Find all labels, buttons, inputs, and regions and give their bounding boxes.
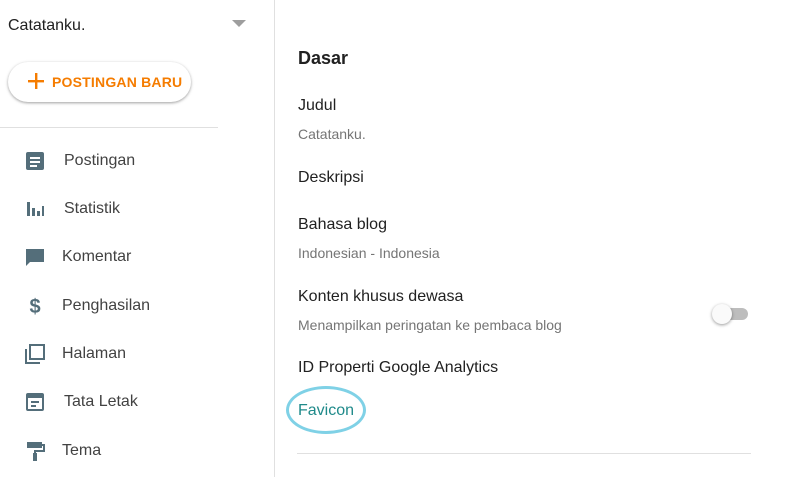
sidebar-item-label: Tata Letak (64, 393, 138, 410)
setting-title-value: Catatanku. (298, 126, 366, 142)
divider (0, 127, 218, 128)
new-post-button[interactable]: POSTINGAN BARU (8, 62, 191, 102)
setting-analytics-id[interactable]: ID Properti Google Analytics (298, 358, 498, 378)
blog-name: Catatanku. (8, 17, 86, 34)
sidebar-item-label: Statistik (64, 200, 121, 217)
toggle-thumb (712, 304, 732, 324)
dollar-icon: $ (29, 296, 40, 317)
highlight-ring (286, 386, 366, 434)
sidebar-item-label: Komentar (62, 248, 132, 265)
sidebar-item-halaman[interactable]: Halaman (0, 333, 260, 373)
setting-adult-content: Konten khusus dewasa (298, 288, 464, 305)
posts-icon (26, 152, 44, 170)
paint-roller-icon (27, 442, 45, 461)
settings-panel: Dasar Judul Catatanku. Deskripsi Bahasa … (275, 0, 812, 477)
comment-icon (26, 249, 44, 266)
sidebar: Catatanku. POSTINGAN BARU Postingan Stat (0, 0, 274, 477)
setting-language[interactable]: Bahasa blog (298, 215, 387, 235)
section-divider (297, 453, 751, 454)
sidebar-item-tata-letak[interactable]: Tata Letak (0, 381, 260, 421)
stats-icon (27, 202, 44, 216)
setting-title[interactable]: Judul (298, 96, 336, 116)
sidebar-item-label: Tema (62, 442, 102, 459)
sidebar-item-label: Postingan (64, 152, 136, 169)
sidebar-item-statistik[interactable]: Statistik (0, 188, 260, 228)
setting-adult-content-desc: Menampilkan peringatan ke pembaca blog (298, 317, 562, 333)
setting-language-value: Indonesian - Indonesia (298, 245, 440, 261)
section-title: Dasar (298, 48, 349, 68)
sidebar-item-postingan[interactable]: Postingan (0, 140, 260, 180)
sidebar-item-komentar[interactable]: Komentar (0, 236, 260, 276)
adult-content-toggle[interactable] (712, 303, 752, 324)
caret-down-icon (232, 20, 246, 27)
svg-text:$: $ (29, 296, 40, 317)
layout-icon (26, 393, 44, 411)
sidebar-item-tema[interactable]: Tema (0, 430, 260, 470)
new-post-label: POSTINGAN BARU (52, 74, 183, 90)
sidebar-item-label: Penghasilan (62, 297, 151, 314)
pages-icon (25, 344, 45, 364)
blog-selector[interactable]: Catatanku. (8, 15, 248, 37)
sidebar-item-label: Halaman (62, 345, 127, 362)
setting-description[interactable]: Deskripsi (298, 168, 364, 188)
plus-icon (28, 73, 44, 89)
sidebar-item-penghasilan[interactable]: $ Penghasilan (0, 285, 260, 325)
